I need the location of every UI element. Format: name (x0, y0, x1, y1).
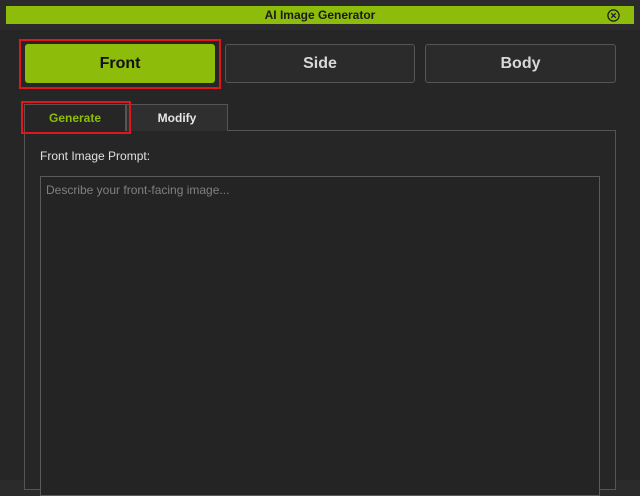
body-button[interactable]: Body (425, 44, 616, 83)
title-bar: AI Image Generator (0, 0, 640, 30)
side-button[interactable]: Side (225, 44, 415, 83)
close-button[interactable] (606, 8, 620, 22)
window-title: AI Image Generator (264, 8, 376, 22)
front-button[interactable]: Front (25, 44, 215, 83)
prompt-label: Front Image Prompt: (40, 149, 151, 163)
front-prompt-input[interactable] (40, 176, 600, 496)
tab-modify[interactable]: Modify (126, 104, 228, 131)
close-circle-icon (606, 8, 620, 22)
tab-generate[interactable]: Generate (24, 104, 126, 131)
